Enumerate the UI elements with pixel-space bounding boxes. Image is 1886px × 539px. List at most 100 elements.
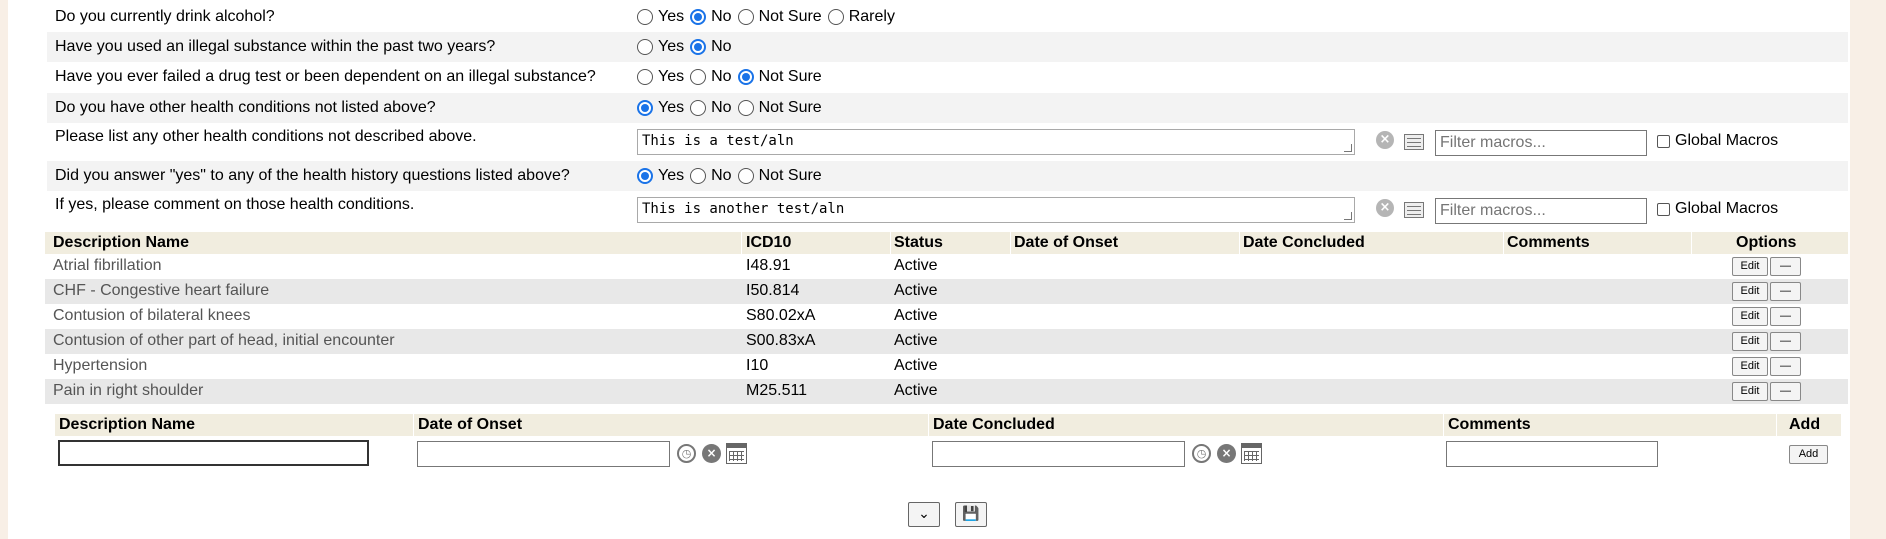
- radio-button[interactable]: [690, 9, 707, 25]
- date-concluded-input[interactable]: [932, 441, 1185, 467]
- radio-button[interactable]: [737, 100, 754, 116]
- radio-button[interactable]: [690, 39, 707, 55]
- x-circle-icon[interactable]: ×: [1217, 444, 1236, 463]
- question-label: Do you currently drink alcohol?: [55, 8, 275, 25]
- add-form-header: Description Name Date of Onset Date Conc…: [55, 414, 1841, 436]
- radio-no[interactable]: No: [690, 8, 732, 26]
- clock-icon[interactable]: ◷: [1192, 444, 1211, 463]
- radio-button[interactable]: [637, 69, 653, 85]
- resize-grip-icon[interactable]: [1344, 144, 1352, 152]
- chevron-double-down-icon[interactable]: ⌄: [908, 502, 940, 527]
- radio-yes[interactable]: Yes: [637, 38, 684, 56]
- question-row-answer-yes: Did you answer "yes" to any of the healt…: [47, 161, 1848, 191]
- col-add: Add: [1789, 416, 1821, 433]
- comment-textarea[interactable]: This is another test/aln: [637, 197, 1355, 223]
- divider: [1443, 414, 1444, 436]
- radio-no[interactable]: No: [690, 167, 732, 185]
- radio-button[interactable]: [690, 69, 707, 85]
- radio-not-sure[interactable]: Not Sure: [737, 99, 822, 117]
- remove-button[interactable]: —: [1770, 382, 1801, 401]
- radio-button[interactable]: [637, 9, 653, 25]
- filter-macros-input[interactable]: Filter macros...: [1435, 130, 1647, 156]
- table-row: CHF - Congestive heart failure I50.814 A…: [45, 279, 1848, 304]
- edit-button[interactable]: Edit: [1732, 332, 1768, 351]
- divider: [413, 414, 414, 436]
- checkbox[interactable]: [1657, 134, 1670, 148]
- comments-input[interactable]: [1446, 441, 1658, 467]
- edit-button[interactable]: Edit: [1732, 382, 1768, 401]
- radio-button[interactable]: [637, 39, 653, 55]
- radio-not-sure[interactable]: Not Sure: [737, 167, 822, 185]
- calendar-icon[interactable]: [1241, 443, 1262, 464]
- description-input[interactable]: [58, 440, 369, 466]
- divider: [1239, 232, 1240, 254]
- radio-group-alcohol: Yes No Not Sure Rarely: [637, 8, 901, 26]
- table-row: Hypertension I10 Active Edit —: [45, 354, 1848, 379]
- remove-button[interactable]: —: [1770, 332, 1801, 351]
- edit-button[interactable]: Edit: [1732, 307, 1768, 326]
- radio-group-drug-test: Yes No Not Sure: [637, 68, 828, 86]
- global-macros-checkbox[interactable]: Global Macros: [1657, 200, 1778, 218]
- edit-button[interactable]: Edit: [1732, 257, 1768, 276]
- col-date-concluded: Date Concluded: [933, 416, 1055, 433]
- question-row-illegal-substance: Have you used an illegal substance withi…: [47, 32, 1848, 62]
- question-row-alcohol: Do you currently drink alcohol? Yes No N…: [47, 2, 1848, 32]
- floppy-disk-icon[interactable]: 💾: [955, 502, 987, 527]
- remove-button[interactable]: —: [1770, 282, 1801, 301]
- remove-button[interactable]: —: [1770, 307, 1801, 326]
- radio-button[interactable]: [737, 9, 754, 25]
- clock-icon[interactable]: ◷: [677, 444, 696, 463]
- calendar-icon[interactable]: [726, 443, 747, 464]
- divider: [890, 232, 891, 254]
- question-label: Do you have other health conditions not …: [55, 99, 436, 116]
- x-circle-icon[interactable]: ×: [1376, 199, 1394, 217]
- col-status: Status: [894, 234, 943, 251]
- edit-button[interactable]: Edit: [1732, 357, 1768, 376]
- radio-not-sure[interactable]: Not Sure: [737, 8, 822, 26]
- x-circle-icon[interactable]: ×: [702, 444, 721, 463]
- radio-button[interactable]: [637, 168, 653, 184]
- macro-list-icon[interactable]: [1404, 202, 1424, 218]
- col-description: Description Name: [53, 234, 190, 251]
- divider: [741, 232, 742, 254]
- radio-no[interactable]: No: [690, 38, 732, 56]
- table-row: Contusion of bilateral knees S80.02xA Ac…: [45, 304, 1848, 329]
- table-row: Atrial fibrillation I48.91 Active Edit —: [45, 254, 1848, 279]
- remove-button[interactable]: —: [1770, 357, 1801, 376]
- radio-yes[interactable]: Yes: [637, 8, 684, 26]
- date-onset-input[interactable]: [417, 441, 670, 467]
- table-row: Pain in right shoulder M25.511 Active Ed…: [45, 379, 1848, 404]
- radio-no[interactable]: No: [690, 99, 732, 117]
- add-button[interactable]: Add: [1789, 445, 1828, 464]
- radio-button[interactable]: [690, 168, 707, 184]
- question-row-other-conditions: Do you have other health conditions not …: [47, 93, 1848, 123]
- resize-grip-icon[interactable]: [1344, 212, 1352, 220]
- filter-macros-input[interactable]: Filter macros...: [1435, 198, 1647, 224]
- global-macros-checkbox[interactable]: Global Macros: [1657, 132, 1778, 150]
- col-date-onset: Date of Onset: [1014, 234, 1119, 251]
- radio-button[interactable]: [637, 100, 653, 116]
- question-label: Please list any other health conditions …: [55, 128, 477, 145]
- x-circle-icon[interactable]: ×: [1376, 131, 1394, 149]
- checkbox[interactable]: [1657, 202, 1670, 216]
- radio-not-sure[interactable]: Not Sure: [737, 68, 822, 86]
- radio-button[interactable]: [690, 100, 707, 116]
- remove-button[interactable]: —: [1770, 257, 1801, 276]
- edit-button[interactable]: Edit: [1732, 282, 1768, 301]
- radio-yes[interactable]: Yes: [637, 167, 684, 185]
- col-date-concluded: Date Concluded: [1243, 234, 1365, 251]
- conditions-textarea[interactable]: This is a test/aln: [637, 129, 1355, 155]
- col-icd10: ICD10: [746, 234, 792, 251]
- macro-list-icon[interactable]: [1404, 134, 1424, 150]
- radio-no[interactable]: No: [690, 68, 732, 86]
- radio-rarely[interactable]: Rarely: [827, 8, 895, 26]
- col-comments: Comments: [1448, 416, 1531, 433]
- radio-button[interactable]: [827, 9, 844, 25]
- radio-yes[interactable]: Yes: [637, 68, 684, 86]
- question-row-list-conditions: Please list any other health conditions …: [47, 124, 1848, 160]
- radio-yes[interactable]: Yes: [637, 99, 684, 117]
- radio-button[interactable]: [737, 168, 754, 184]
- question-row-drug-test: Have you ever failed a drug test or been…: [47, 62, 1848, 92]
- radio-button[interactable]: [737, 69, 754, 85]
- table-row: Contusion of other part of head, initial…: [45, 329, 1848, 354]
